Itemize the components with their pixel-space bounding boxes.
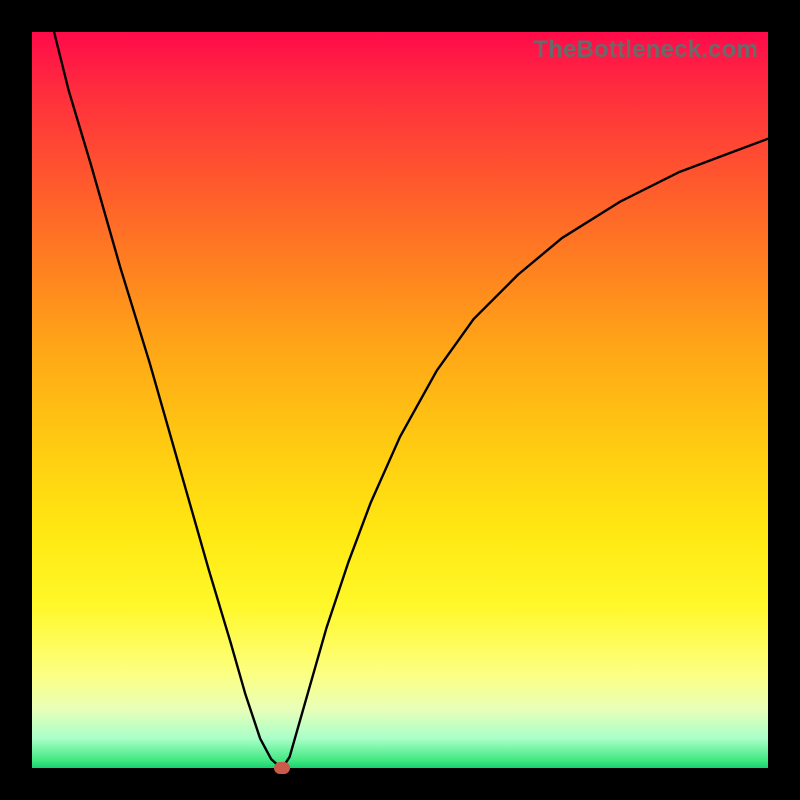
minimum-marker (274, 762, 290, 774)
plot-area: TheBottleneck.com (32, 32, 768, 768)
chart-frame: TheBottleneck.com (0, 0, 800, 800)
bottleneck-curve (54, 32, 768, 768)
curve-svg (32, 32, 768, 768)
